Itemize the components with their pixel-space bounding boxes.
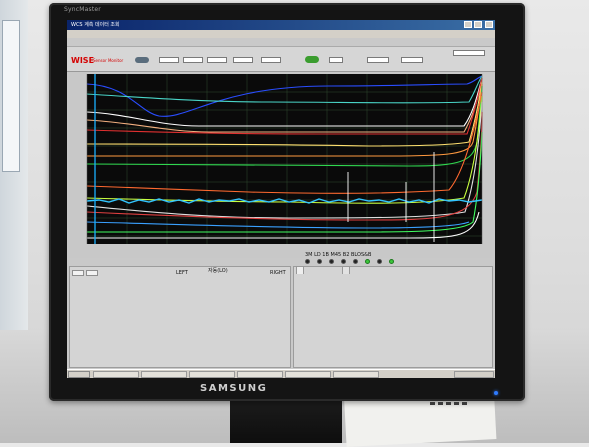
taskbar-item[interactable]	[285, 371, 331, 378]
window-title: WCS 계측 데이터 조회	[71, 22, 120, 28]
indicator-lamp	[305, 259, 310, 264]
mode-toggle[interactable]	[135, 57, 149, 63]
param-field-5[interactable]	[261, 57, 281, 63]
close-button[interactable]	[485, 21, 493, 28]
indicator-lamp	[341, 259, 346, 264]
param-field-3[interactable]	[207, 57, 227, 63]
sensor-table-left: LEFT 자동(LO) RIGHT	[69, 266, 291, 368]
panel-cell	[72, 270, 84, 276]
monitor-brand-logo: SAMSUNG	[200, 383, 268, 394]
monitor-button-strip[interactable]	[430, 390, 485, 405]
right-header: RIGHT	[270, 270, 286, 276]
taskbar-item[interactable]	[141, 371, 187, 378]
param-field-8[interactable]	[401, 57, 423, 63]
indicator-strip: 3M LD 1B M45 B2 BLOS&B	[67, 252, 495, 264]
signal-plot-panel	[69, 72, 493, 258]
indicator-lamp	[353, 259, 358, 264]
param-field-2[interactable]	[183, 57, 203, 63]
taskbar-item[interactable]	[237, 371, 283, 378]
taskbar	[67, 369, 495, 378]
param-field-6[interactable]	[329, 57, 343, 63]
app-logo: WISE	[71, 56, 95, 65]
taskbar-item[interactable]	[189, 371, 235, 378]
indicator-lamp	[365, 259, 370, 264]
minimize-button[interactable]	[463, 21, 472, 28]
left-header: LEFT	[176, 270, 188, 276]
monitor-model-badge: SyncMaster	[64, 6, 101, 13]
indicator-labels: 3M LD 1B M45 B2 BLOS&B	[305, 252, 372, 258]
run-toggle[interactable]	[305, 56, 319, 63]
maximize-button[interactable]	[474, 21, 483, 28]
start-button[interactable]	[68, 371, 90, 378]
param-field-1[interactable]	[159, 57, 179, 63]
indicator-lamp	[317, 259, 322, 264]
taskbar-item[interactable]	[93, 371, 139, 378]
indicator-lamp	[377, 259, 382, 264]
param-field-9[interactable]	[453, 50, 485, 56]
tab-measurement[interactable]	[296, 266, 304, 274]
app-logo-subtitle: Sensor Monitor	[93, 58, 124, 63]
center-header: 자동(LO)	[208, 268, 228, 274]
param-field-4[interactable]	[233, 57, 253, 63]
menu-bar	[67, 30, 495, 38]
control-toolbar: WISE Sensor Monitor	[67, 46, 495, 72]
param-field-7[interactable]	[367, 57, 389, 63]
system-tray	[454, 371, 494, 378]
window-titlebar: WCS 계측 데이터 조회	[67, 20, 495, 30]
power-led-icon	[494, 391, 498, 395]
sensor-table-right	[293, 266, 493, 368]
signal-plot	[86, 74, 483, 244]
indicator-lamp	[329, 259, 334, 264]
monitor-stand	[230, 401, 342, 443]
monitor-screen: WCS 계측 데이터 조회 WISE Sensor Monitor 3M LD …	[67, 20, 495, 378]
wall-poster	[2, 20, 20, 172]
tab-voltage[interactable]	[342, 266, 350, 274]
taskbar-item[interactable]	[333, 371, 379, 378]
panel-cell	[86, 270, 98, 276]
indicator-lamp	[389, 259, 394, 264]
